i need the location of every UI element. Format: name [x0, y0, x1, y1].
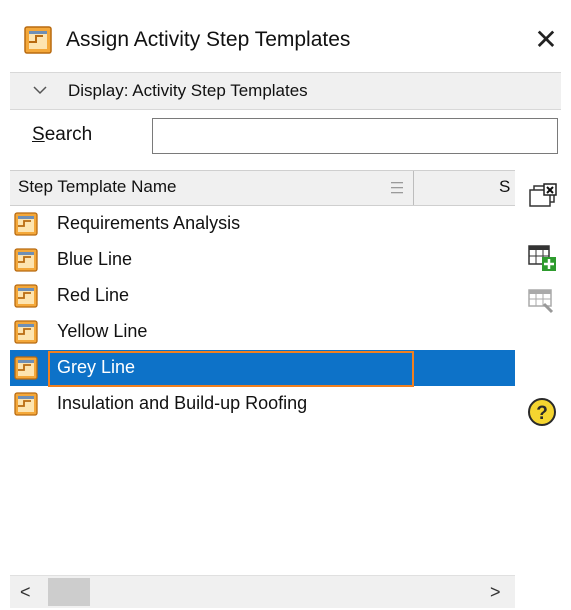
search-input[interactable]	[152, 118, 558, 154]
template-icon	[14, 320, 38, 344]
template-icon	[14, 248, 38, 272]
close-button[interactable]: ✕	[528, 22, 564, 58]
assign-remove-icon[interactable]	[522, 176, 562, 216]
scroll-left-button[interactable]: <	[20, 582, 31, 603]
help-glyph: ?	[536, 403, 548, 424]
window-title: Assign Activity Step Templates	[66, 28, 351, 51]
row-name: Grey Line	[57, 357, 136, 377]
row-name: Requirements Analysis	[57, 213, 241, 233]
row-name: Yellow Line	[57, 321, 148, 341]
table-row[interactable]: Insulation and Build-up Roofing	[10, 386, 515, 422]
horizontal-scrollbar[interactable]: < >	[10, 575, 515, 608]
table-row[interactable]: Yellow Line	[10, 314, 515, 350]
template-icon	[14, 212, 38, 236]
step-template-grid: Step Template Name S Requirements Analys…	[10, 170, 515, 610]
search-label-accelerator: S	[32, 124, 45, 145]
column-separator[interactable]	[413, 171, 414, 205]
scroll-right-button[interactable]: >	[490, 582, 501, 603]
display-bar[interactable]: Display: Activity Step Templates	[10, 72, 561, 110]
chevron-down-icon	[33, 86, 47, 95]
assign-activity-step-templates-dialog: Assign Activity Step Templates ✕ Display…	[0, 0, 571, 610]
table-row[interactable]: Requirements Analysis	[10, 206, 515, 242]
add-step-template-icon[interactable]	[522, 238, 562, 278]
grid-header: Step Template Name S	[10, 171, 515, 206]
column-header-step-template-name[interactable]: Step Template Name	[18, 177, 176, 197]
title-bar: Assign Activity Step Templates ✕	[0, 0, 571, 70]
help-icon[interactable]: ?	[522, 392, 562, 432]
search-label: Search	[32, 124, 92, 146]
template-icon	[14, 356, 38, 380]
row-name: Red Line	[57, 285, 130, 305]
template-icon	[24, 26, 52, 54]
row-name: Insulation and Build-up Roofing	[57, 393, 308, 413]
column-header-s[interactable]: S	[499, 177, 510, 197]
search-label-rest: earch	[44, 124, 93, 145]
template-icon	[14, 284, 38, 308]
table-row[interactable]: Red Line	[10, 278, 515, 314]
table-row-selected[interactable]: Grey Line	[10, 350, 515, 387]
display-label: Display: Activity Step Templates	[68, 81, 308, 100]
table-row[interactable]: Blue Line	[10, 242, 515, 278]
column-menu-icon[interactable]	[390, 179, 404, 197]
row-name: Blue Line	[57, 249, 133, 269]
template-icon	[14, 392, 38, 416]
scrollbar-thumb[interactable]	[48, 578, 90, 606]
edit-step-template-icon[interactable]	[522, 282, 562, 322]
